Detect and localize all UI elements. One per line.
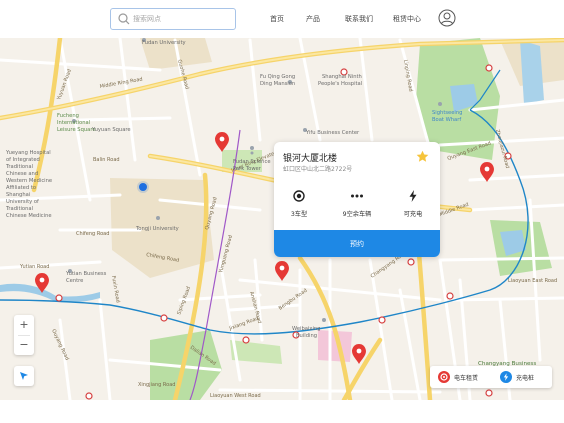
feature-charging: 可充电 xyxy=(388,190,438,218)
feature-available-vehicles-label: 9空余车辆 xyxy=(342,211,372,218)
map-label-xingjiang-road: Xingjiang Road xyxy=(138,382,175,388)
feature-available-vehicles: 9空余车辆 xyxy=(332,190,382,218)
zoom-out-button[interactable]: − xyxy=(14,335,34,355)
map-label-yueyang-9: Traditional xyxy=(5,206,33,212)
ev-rental-icon xyxy=(438,371,450,383)
map-label-fudan-science-2: Park Tower xyxy=(233,166,262,172)
map-label-yueyang-7: Shanghai xyxy=(6,192,30,198)
map-label-yutian-business-2: Centre xyxy=(66,278,83,284)
reserve-button[interactable]: 预约 xyxy=(274,230,440,257)
navigation-arrow-icon xyxy=(20,372,28,380)
zoom-in-button[interactable]: + xyxy=(14,315,34,335)
map-label-sightseeing-1: Sightseeing xyxy=(432,110,462,116)
map-label-fudan-university: Fudan University xyxy=(142,40,186,46)
top-navigation-bar: 首页 产品 联系我们 租赁中心 xyxy=(0,0,564,38)
legend-ev-rental-label: 电车租赁 xyxy=(454,374,479,382)
legend-charging-pile[interactable]: 充电桩 xyxy=(500,370,534,384)
map-label-shanghai-ninth-2: People's Hospital xyxy=(318,81,362,87)
feature-charging-label: 可充电 xyxy=(403,211,423,218)
map-label-yutian-road: Yutian Road xyxy=(19,264,49,270)
search-input[interactable] xyxy=(133,11,231,27)
map-label-yueyang-10: Chinese Medicine xyxy=(6,213,52,219)
map-label-liaoyuan-east-road: Liaoyuan East Road xyxy=(508,278,557,284)
map-label-yueyang-3: Traditional xyxy=(5,164,33,170)
map-label-yutian-business-1: Yutian Business xyxy=(65,271,107,277)
map-label-fucheng-2: International xyxy=(57,120,90,126)
charging-pile-icon xyxy=(500,371,512,383)
favorite-star-icon[interactable] xyxy=(416,150,429,163)
map-label-yueyang-5: Western Medicine xyxy=(6,178,52,184)
map-label-sightseeing-2: Boat Wharf xyxy=(432,117,461,123)
feature-car-types-label: 3车型 xyxy=(290,211,308,218)
user-avatar-icon[interactable] xyxy=(438,9,456,27)
map-label-weibaixing-1: Weibaixing xyxy=(292,326,320,332)
search-box[interactable] xyxy=(110,8,236,30)
map-label-fucheng-3: Leisure Square xyxy=(57,127,96,133)
nav-products[interactable]: 产品 xyxy=(306,14,320,24)
map-label-yueyang-8: University of xyxy=(6,199,39,205)
current-location-dot xyxy=(139,183,147,191)
station-title: 银河大厦北楼 xyxy=(283,154,338,164)
search-icon xyxy=(118,13,130,25)
nav-home[interactable]: 首页 xyxy=(270,14,284,24)
map-label-chifeng-road: Chifeng Road xyxy=(76,231,109,237)
map-label-yueyang-1: Yueyang Hospital xyxy=(5,150,51,156)
station-info-card: 银河大厦北楼 虹口区中山北二路2722号 3车型 9空余车辆 可充电 预约 xyxy=(274,142,440,257)
map-label-fu-qing-1: Fu Qing Gong xyxy=(260,74,295,80)
station-address: 虹口区中山北二路2722号 xyxy=(283,166,353,173)
locate-me-button[interactable] xyxy=(14,366,34,386)
car-type-icon xyxy=(293,190,305,202)
map-label-yueyang-2: of Integrated xyxy=(6,157,40,163)
map-label-yifu-business: Yifu Business Center xyxy=(305,130,360,136)
zoom-controls: + − xyxy=(14,315,34,355)
map-label-fudan-science-1: Fudan Science xyxy=(233,159,271,165)
nav-contact[interactable]: 联系我们 xyxy=(345,14,373,24)
map-label-tongji-university: Tongji University xyxy=(135,226,179,232)
map-label-yueyang-6: Affiliated to xyxy=(6,185,36,191)
map-label-weibaixing-2: Building xyxy=(296,333,317,339)
map-legend: 电车租赁 充电桩 xyxy=(430,366,552,388)
map-label-fucheng-1: Fucheng xyxy=(57,113,79,119)
map-label-yuyuan-square: Yuyuan Square xyxy=(91,127,131,133)
feature-car-types: 3车型 xyxy=(274,190,324,218)
map-label-balin-road: Balin Road xyxy=(93,157,120,163)
map-label-shanghai-ninth-1: Shanghai Ninth xyxy=(322,74,362,80)
map-label-liaoyuan-west-road: Liaoyuan West Road xyxy=(210,393,261,399)
nav-rental-center[interactable]: 租赁中心 xyxy=(393,14,421,24)
map-label-fu-qing-2: Ding Mansion xyxy=(260,81,295,87)
map-label-yueyang-4: Chinese and xyxy=(6,171,38,177)
more-dots-icon xyxy=(351,194,363,198)
zoom-divider xyxy=(18,335,30,336)
lightning-icon xyxy=(409,190,417,202)
legend-charging-pile-label: 充电桩 xyxy=(516,374,535,382)
legend-ev-rental[interactable]: 电车租赁 xyxy=(438,370,478,384)
